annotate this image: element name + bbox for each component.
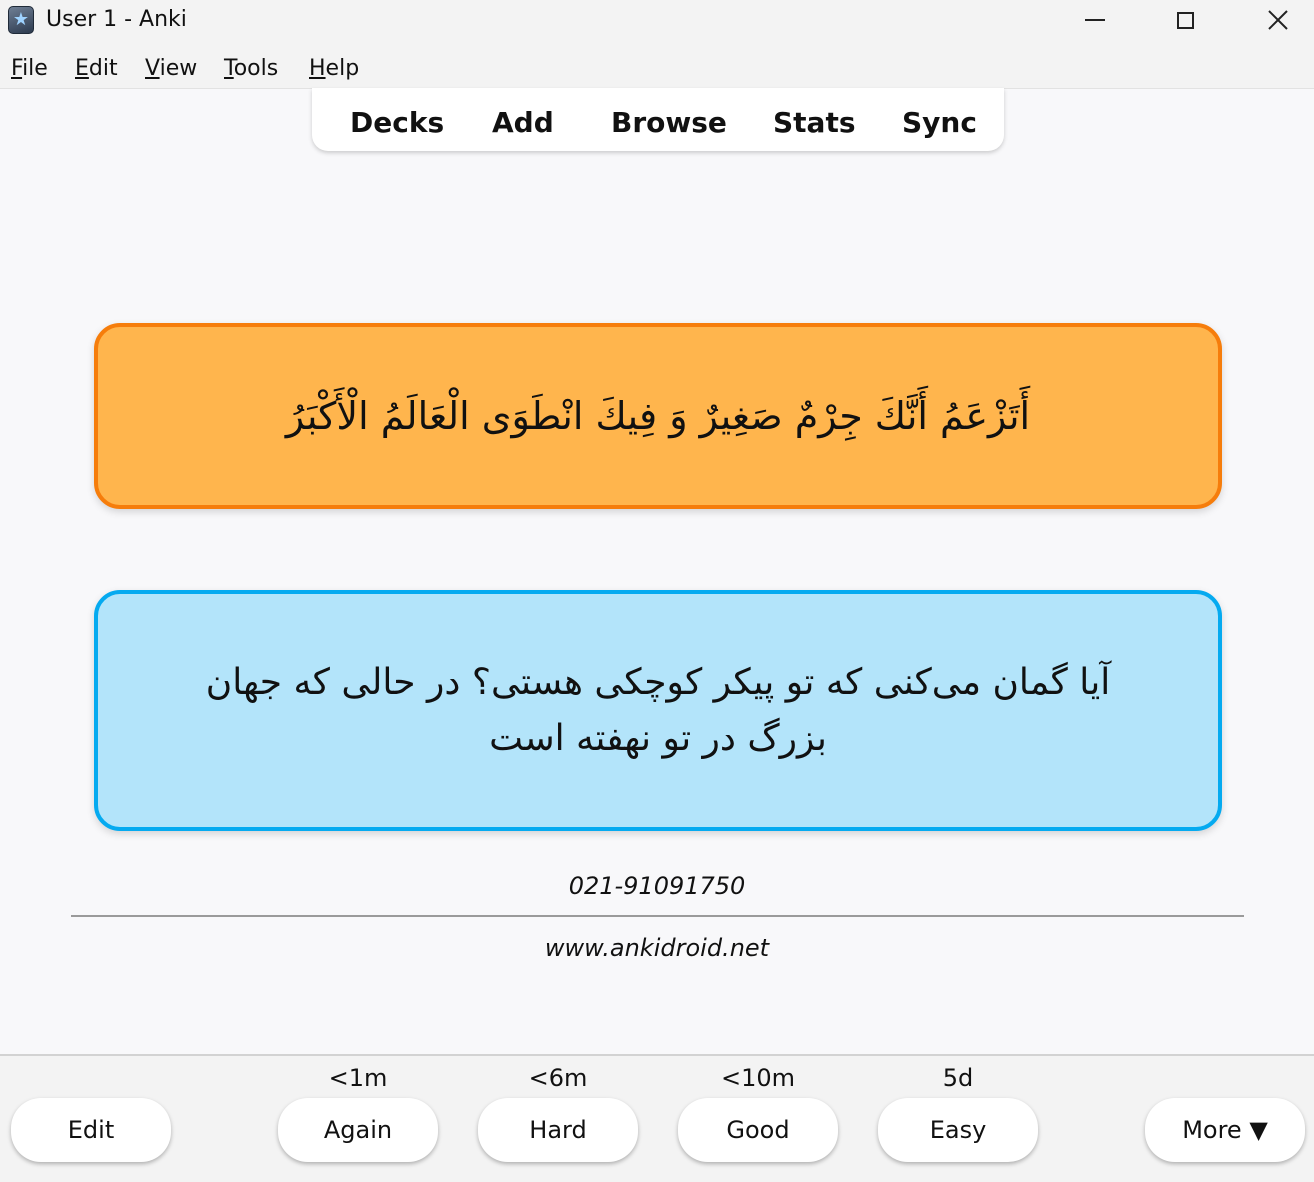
toolbar-stats-link[interactable]: Stats — [773, 106, 856, 139]
toolbar-add-link[interactable]: Add — [492, 106, 554, 139]
main-toolbar: Decks Add Browse Stats Sync — [312, 88, 1004, 151]
toolbar-decks-link[interactable]: Decks — [350, 106, 444, 139]
easy-button[interactable]: Easy — [878, 1098, 1038, 1162]
good-interval: <10m — [720, 1064, 796, 1092]
close-icon — [1268, 10, 1288, 30]
phone-number: 021-91091750 — [568, 872, 746, 900]
maximize-icon — [1176, 11, 1194, 29]
easy-interval: 5d — [942, 1064, 974, 1092]
divider — [71, 915, 1244, 917]
menu-view[interactable]: View — [145, 56, 197, 81]
menu-tools[interactable]: Tools — [224, 56, 278, 81]
close-button[interactable] — [1255, 0, 1301, 40]
anki-app-icon: ★ — [8, 6, 34, 34]
hard-button[interactable]: Hard — [478, 1098, 638, 1162]
good-button[interactable]: Good — [678, 1098, 838, 1162]
again-button[interactable]: Again — [278, 1098, 438, 1162]
again-interval: <1m — [328, 1064, 388, 1092]
hard-interval: <6m — [528, 1064, 588, 1092]
toolbar-browse-link[interactable]: Browse — [611, 106, 727, 139]
card-back-box: آیا گمان می‌کنی که تو پیکر کوچکی هستی؟ د… — [94, 590, 1222, 831]
minimize-icon — [1085, 19, 1105, 21]
card-front-text: أَتَزْعَمُ أَنَّكَ جِرْمٌ صَغِيرٌ وَ فِي… — [285, 394, 1031, 438]
menu-file[interactable]: File — [11, 56, 48, 81]
toolbar-sync-link[interactable]: Sync — [902, 106, 977, 139]
minimize-button[interactable] — [1072, 0, 1118, 40]
menu-bar: File Edit View Tools Help — [0, 44, 1314, 89]
edit-button[interactable]: Edit — [11, 1098, 171, 1162]
title-bar: ★ User 1 - Anki — [0, 0, 1314, 44]
maximize-button[interactable] — [1162, 0, 1208, 40]
answer-bar: Edit <1m Again <6m Hard <10m Good 5d Eas… — [0, 1054, 1314, 1182]
window-title: User 1 - Anki — [46, 7, 187, 32]
menu-edit[interactable]: Edit — [75, 56, 118, 81]
card-front-box: أَتَزْعَمُ أَنَّكَ جِرْمٌ صَغِيرٌ وَ فِي… — [94, 323, 1222, 509]
card-back-text: آیا گمان می‌کنی که تو پیکر کوچکی هستی؟ د… — [205, 661, 1111, 759]
more-button[interactable]: More ▼ — [1145, 1098, 1305, 1162]
menu-help[interactable]: Help — [309, 56, 359, 81]
website-text: www.ankidroid.net — [544, 934, 770, 962]
